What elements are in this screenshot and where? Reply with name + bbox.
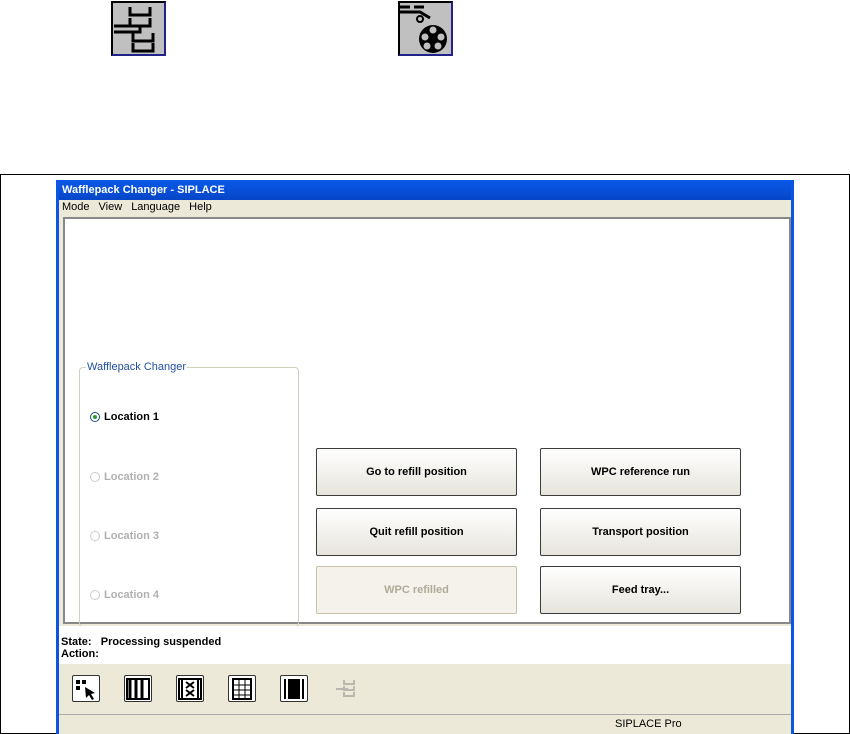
radio-icon xyxy=(90,531,100,541)
state-label: State: xyxy=(61,636,92,648)
location-4-radio[interactable]: Location 4 xyxy=(90,589,159,601)
toolbar xyxy=(59,664,791,714)
radio-label: Location 3 xyxy=(104,530,160,542)
magazine-icon[interactable] xyxy=(124,675,152,702)
wpc-refilled-button[interactable]: WPC refilled xyxy=(316,566,517,614)
radio-icon xyxy=(90,472,100,482)
status-bar: SIPLACE Pro xyxy=(59,714,791,734)
radio-label: Location 4 xyxy=(104,589,160,601)
tree-structure-icon[interactable] xyxy=(332,675,360,702)
menu-language[interactable]: Language xyxy=(131,201,180,214)
location-2-radio[interactable]: Location 2 xyxy=(90,471,159,483)
magazine-empty-icon[interactable] xyxy=(176,675,204,702)
wafflepack-changer-group: Wafflepack Changer Location 1 Location 2… xyxy=(79,361,299,627)
feed-tray-button[interactable]: Feed tray... xyxy=(540,566,741,614)
wpc-reference-run-button[interactable]: WPC reference run xyxy=(540,448,741,496)
radio-label: Location 1 xyxy=(104,411,160,423)
radio-label: Location 2 xyxy=(104,471,160,483)
radio-selected-icon xyxy=(90,412,100,422)
client-area: Wafflepack Changer Location 1 Location 2… xyxy=(63,217,791,627)
menu-help[interactable]: Help xyxy=(189,201,212,214)
location-3-radio[interactable]: Location 3 xyxy=(90,530,159,542)
menu-bar: Mode View Language Help xyxy=(59,200,791,215)
menu-view[interactable]: View xyxy=(99,201,123,214)
window-title: Wafflepack Changer - SIPLACE xyxy=(59,180,791,200)
status-panel: State: Processing suspended Action: xyxy=(59,626,791,664)
tree-structure-icon[interactable] xyxy=(111,1,166,56)
reel-feeder-icon[interactable] xyxy=(398,1,453,56)
quit-refill-position-button[interactable]: Quit refill position xyxy=(316,508,517,556)
grid-tray-icon[interactable] xyxy=(228,675,256,702)
transport-position-button[interactable]: Transport position xyxy=(540,508,741,556)
go-to-refill-position-button[interactable]: Go to refill position xyxy=(316,448,517,496)
app-window: Wafflepack Changer - SIPLACE Mode View L… xyxy=(56,180,794,734)
action-label: Action: xyxy=(61,648,99,660)
tape-icon[interactable] xyxy=(280,675,308,702)
state-value: Processing suspended xyxy=(100,636,222,648)
select-tray-icon[interactable] xyxy=(72,675,100,702)
radio-icon xyxy=(90,590,100,600)
location-1-radio[interactable]: Location 1 xyxy=(90,411,159,423)
status-bar-text: SIPLACE Pro xyxy=(615,718,682,730)
menu-mode[interactable]: Mode xyxy=(62,201,90,214)
group-label: Wafflepack Changer xyxy=(86,361,188,373)
